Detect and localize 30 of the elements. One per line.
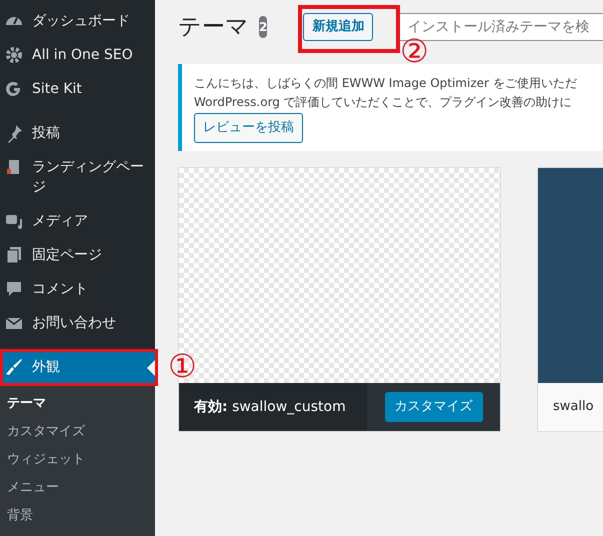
theme-name: swallo bbox=[553, 398, 594, 416]
submenu-item[interactable]: ウィジェット bbox=[0, 446, 155, 474]
paintbrush-icon bbox=[4, 357, 24, 377]
submenu-item[interactable]: 背景 bbox=[0, 502, 155, 530]
submenu-item[interactable]: メニュー bbox=[0, 474, 155, 502]
notice-text: こんにちは、しばらくの間 EWWW Image Optimizer をご使用いただ bbox=[194, 75, 577, 92]
annotation-number: ② bbox=[400, 32, 429, 70]
theme-count-badge: 2 bbox=[259, 16, 268, 38]
comment-bubble-icon bbox=[4, 279, 24, 299]
sidebar-item[interactable]: コメント bbox=[0, 272, 155, 306]
theme-card[interactable]: swallo bbox=[537, 167, 603, 432]
notice-text: WordPress.org で評価していただくことで、プラグイン改善の助けに bbox=[194, 94, 572, 111]
customize-button[interactable]: カスタマイズ bbox=[384, 392, 482, 422]
submenu-item[interactable]: テーマ bbox=[0, 390, 155, 418]
page-title: テーマ bbox=[178, 13, 249, 42]
gear-icon bbox=[4, 45, 24, 65]
post-review-button[interactable]: レビューを投稿 bbox=[194, 113, 303, 143]
current-arrow-icon bbox=[147, 360, 155, 376]
sidebar-item[interactable]: お問い合わせ bbox=[0, 306, 155, 340]
sidebar-item[interactable]: Site Kit bbox=[0, 72, 155, 106]
sidebar-item[interactable]: 投稿 bbox=[0, 116, 155, 150]
submenu-item[interactable]: カスタマイズ bbox=[0, 418, 155, 446]
sidebar-item[interactable]: ランディングページ bbox=[0, 150, 155, 204]
theme-name: 有効: swallow_custom bbox=[192, 398, 347, 416]
sidebar-item[interactable]: 固定ページ bbox=[0, 238, 155, 272]
theme-active-bar[interactable]: 有効: swallow_custom カスタマイズ bbox=[179, 383, 500, 431]
sidebar-item[interactable]: ダッシュボード bbox=[0, 4, 155, 38]
sidebar-item[interactable]: All in One SEO bbox=[0, 38, 155, 72]
add-new-button[interactable]: 新規追加 bbox=[303, 13, 374, 41]
sidebar-item[interactable]: メディア bbox=[0, 204, 155, 238]
